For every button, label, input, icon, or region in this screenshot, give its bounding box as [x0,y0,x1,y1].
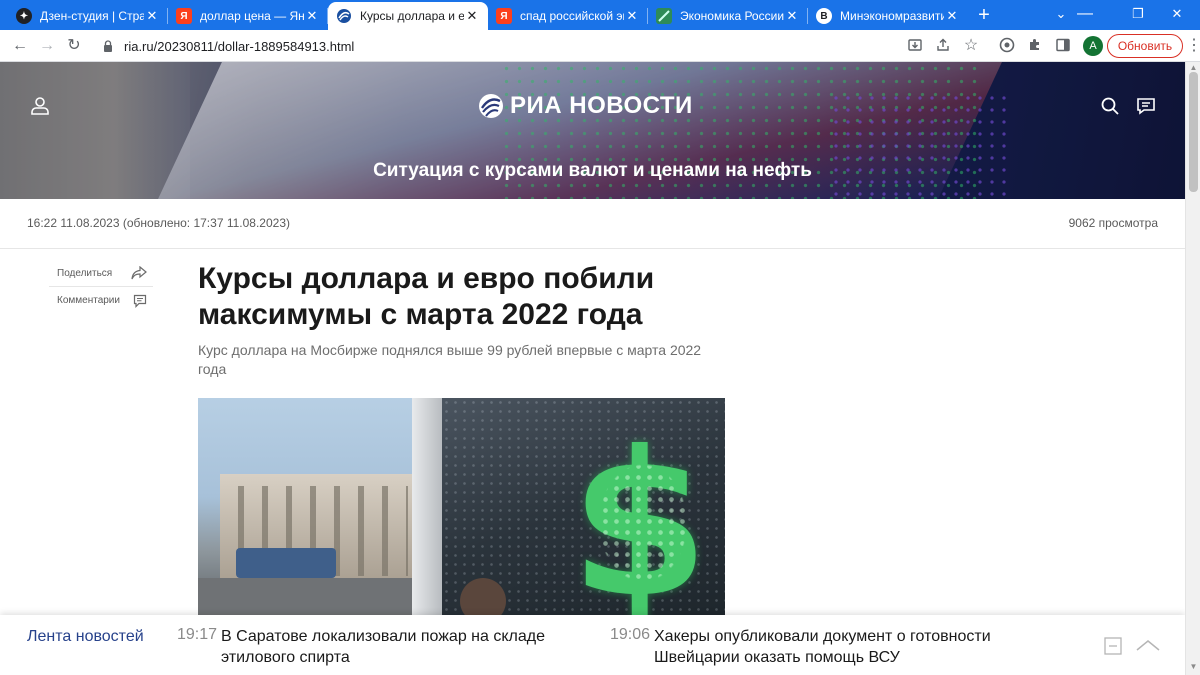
b-icon: B [816,8,832,24]
article-title-line-2: максимумы с марта 2022 года [198,298,643,331]
new-tab-button[interactable]: + [973,4,995,26]
published-time: 16:22 11.08.2023 [27,216,120,230]
side-panel-icon[interactable] [1054,37,1072,55]
comment-icon [133,294,147,308]
puzzle-extensions-icon[interactable] [1026,37,1044,55]
search-icon[interactable] [1099,95,1121,117]
browser-toolbar: ← → ↻ ria.ru/20230811/dollar-1889584913.… [0,30,1200,62]
address-bar[interactable]: ria.ru/20230811/dollar-1889584913.html [92,33,988,59]
comments-label: Комментарии [57,295,120,306]
bookmark-star-icon[interactable]: ☆ [962,37,980,55]
close-tab-icon[interactable]: ✕ [784,8,800,24]
chat-icon[interactable] [1135,95,1157,117]
close-tab-icon[interactable]: ✕ [464,8,480,24]
close-tab-icon[interactable]: ✕ [304,8,320,24]
tab-russian-economy-decline[interactable]: Я спад российской экон ✕ [488,2,648,30]
user-account-icon[interactable] [29,95,51,117]
update-browser-button[interactable]: Обновить [1107,34,1183,58]
news-feed-title[interactable]: Лента новостей [27,628,144,646]
article-meta-bar: 16:22 11.08.2023 (обновлено: 17:37 11.08… [0,199,1185,249]
tab-dollar-price[interactable]: Я доллар цена — Яндекс ✕ [168,2,328,30]
scroll-down-arrow-icon[interactable]: ▼ [1186,662,1200,671]
close-tab-icon[interactable]: ✕ [144,8,160,24]
article-title-line-1: Курсы доллара и евро побили [198,262,655,295]
share-label: Поделиться [57,267,113,279]
share-arrow-icon [131,266,147,280]
tab-ministry-economy[interactable]: B Минэкономразвития ✕ [808,2,968,30]
ria-logo-icon [479,94,503,118]
forward-button[interactable]: → [37,36,57,56]
news-feed-item[interactable]: 19:06 Хакеры опубликовали документ о гот… [610,626,1014,668]
yandex-icon: Я [176,8,192,24]
logo-text: РИА НОВОСТИ [510,92,693,119]
hero-topic-caption[interactable]: Ситуация с курсами валют и ценами на неф… [0,160,1185,182]
ria-icon [336,8,352,24]
news-headline[interactable]: Хакеры опубликовали документ о готовност… [654,626,1014,668]
view-count: 9062 просмотра [1068,216,1158,230]
page-scrollbar[interactable]: ▲ ▼ [1185,62,1200,675]
share-page-icon[interactable] [934,37,952,55]
publish-date: 16:22 11.08.2023 (обновлено: 17:37 11.08… [27,216,290,230]
stats-icon [656,8,672,24]
scroll-up-arrow-icon[interactable]: ▲ [1186,63,1200,72]
scrollbar-thumb[interactable] [1189,72,1198,192]
article-lead: Курс доллара на Мосбирже поднялся выше 9… [198,342,702,377]
tab-dzen-studio[interactable]: ✦ Дзен-студия | Страсти ✕ [8,2,168,30]
extension-icon[interactable] [998,37,1016,55]
reload-button[interactable]: ↻ [64,36,84,56]
close-window-button[interactable]: ✕ [1154,0,1200,30]
browser-tab-strip: ✦ Дзен-студия | Страсти ✕ Я доллар цена … [0,0,1200,30]
url-text[interactable]: ria.ru/20230811/dollar-1889584913.html [124,39,354,54]
profile-avatar[interactable]: A [1083,36,1103,56]
news-time: 19:17 [177,626,218,643]
comments-button[interactable]: Комментарии [49,287,153,314]
collapse-feed-icon[interactable] [1103,636,1123,656]
news-feed-bar: Лента новостей 19:17 В Саратове локализо… [0,615,1185,675]
tab-russia-economy[interactable]: Экономика России в ✕ [648,2,808,30]
lock-icon[interactable] [102,39,114,53]
close-tab-icon[interactable]: ✕ [624,8,640,24]
news-headline[interactable]: В Саратове локализовали пожар на складе … [221,626,581,668]
yandex-icon: Я [496,8,512,24]
minimize-window-button[interactable]: — [1062,0,1108,30]
share-button[interactable]: Поделиться [49,260,153,287]
news-time: 19:06 [610,626,651,643]
article-photo[interactable]: $ [198,398,725,618]
dzen-icon: ✦ [16,8,32,24]
news-feed-item[interactable]: 19:17 В Саратове локализовали пожар на с… [177,626,581,668]
chevron-up-icon[interactable] [1135,637,1161,657]
site-logo[interactable]: РИА НОВОСТИ [478,92,693,119]
back-button[interactable]: ← [10,36,30,56]
tab-active-article[interactable]: Курсы доллара и евро ✕ [328,2,488,30]
browser-menu-icon[interactable]: ⋮ [1186,36,1200,56]
article-title: Курсы доллара и евро побили максимумы с … [198,261,758,333]
close-tab-icon[interactable]: ✕ [944,8,960,24]
updated-time: (обновлено: 17:37 11.08.2023) [122,216,290,230]
install-app-icon[interactable] [906,37,924,55]
